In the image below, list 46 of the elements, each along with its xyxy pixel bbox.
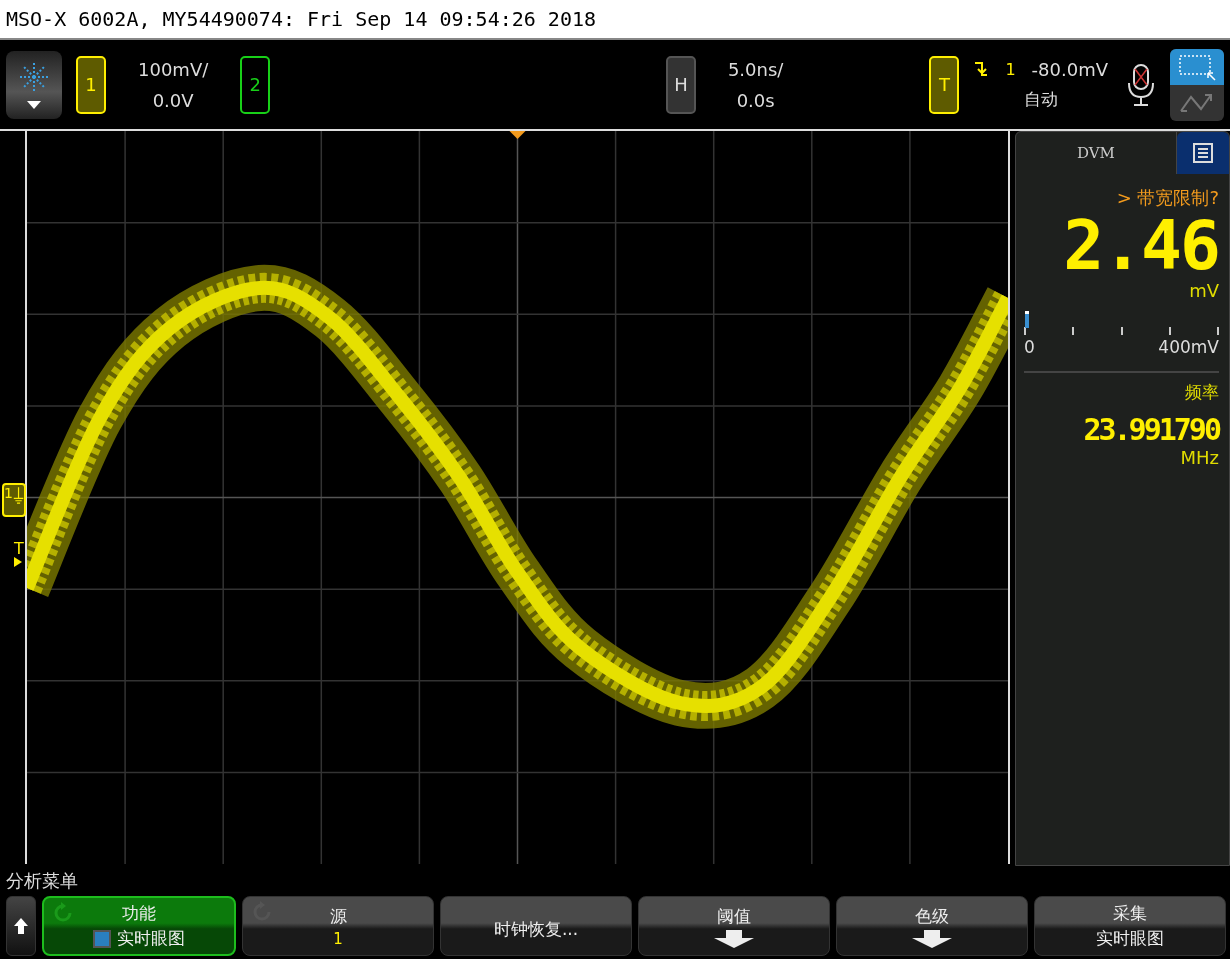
trigger-level-marker[interactable]: T bbox=[14, 541, 24, 567]
trigger-position-marker bbox=[509, 131, 526, 139]
legend-square-icon bbox=[93, 929, 111, 948]
softkey-button[interactable]: 色级 bbox=[836, 896, 1028, 956]
softkey-button[interactable]: 采集 实时眼图 bbox=[1034, 896, 1226, 956]
trigger-source: 1 bbox=[1005, 59, 1016, 79]
vertical-scale: 100mV/ bbox=[138, 58, 209, 80]
frequency-label: 频率 bbox=[1185, 381, 1219, 404]
time-scale: 5.0ns/ bbox=[727, 58, 784, 80]
frequency-unit: MHz bbox=[1180, 447, 1219, 468]
muted-microphone-icon[interactable] bbox=[1126, 62, 1156, 107]
trigger-mode: 自动 bbox=[1023, 87, 1058, 111]
horizontal-button[interactable]: H bbox=[665, 55, 696, 114]
list-icon bbox=[1192, 142, 1214, 164]
meter-max: 400mV bbox=[1158, 337, 1219, 357]
softkey-button[interactable]: 阈值 bbox=[638, 896, 830, 956]
caret-icon bbox=[27, 100, 41, 109]
rotate-knob-icon bbox=[52, 902, 74, 924]
softkey-button[interactable]: 功能 实时眼图 bbox=[42, 896, 236, 956]
time-delay: 0.0s bbox=[736, 89, 775, 111]
up-arrow-icon bbox=[14, 918, 28, 934]
falling-edge-icon bbox=[973, 60, 990, 78]
window-title: MSO-X 6002A, MY54490074: Fri Sep 14 09:54:26 2018 bbox=[6, 7, 596, 31]
vertical-offset: 0.0V bbox=[152, 89, 194, 111]
trigger-button[interactable]: T bbox=[929, 55, 960, 114]
zoom-select-button[interactable] bbox=[1170, 48, 1224, 85]
bandwidth-warning: > 带宽限制? bbox=[1116, 186, 1219, 210]
back-button[interactable] bbox=[6, 896, 36, 956]
ground-icon bbox=[12, 485, 24, 507]
down-arrow-icon bbox=[714, 929, 754, 948]
menu-title: 分析菜单 bbox=[6, 869, 78, 893]
down-arrow-icon bbox=[912, 929, 952, 948]
dashed-selection-icon bbox=[1177, 52, 1217, 81]
dvm-unit: mV bbox=[1189, 280, 1219, 301]
channel-button[interactable]: 2 bbox=[240, 55, 271, 114]
softkey-button[interactable]: 源 1 bbox=[242, 896, 434, 956]
meter-min: 0 bbox=[1024, 337, 1035, 357]
dvm-reading: 2.46 bbox=[1063, 212, 1219, 280]
trigger-level: -80.0mV bbox=[1031, 58, 1108, 80]
softkey-button[interactable]: 时钟恢复... bbox=[440, 896, 632, 956]
menu-tab[interactable] bbox=[1177, 132, 1229, 174]
channel-ground-marker[interactable]: 1 bbox=[2, 483, 26, 517]
right-triangle-icon bbox=[14, 557, 22, 567]
channel-button[interactable]: 1 bbox=[76, 55, 106, 114]
logo-menu-button[interactable] bbox=[6, 50, 62, 119]
frequency-reading: 23.991790 bbox=[1083, 412, 1219, 447]
